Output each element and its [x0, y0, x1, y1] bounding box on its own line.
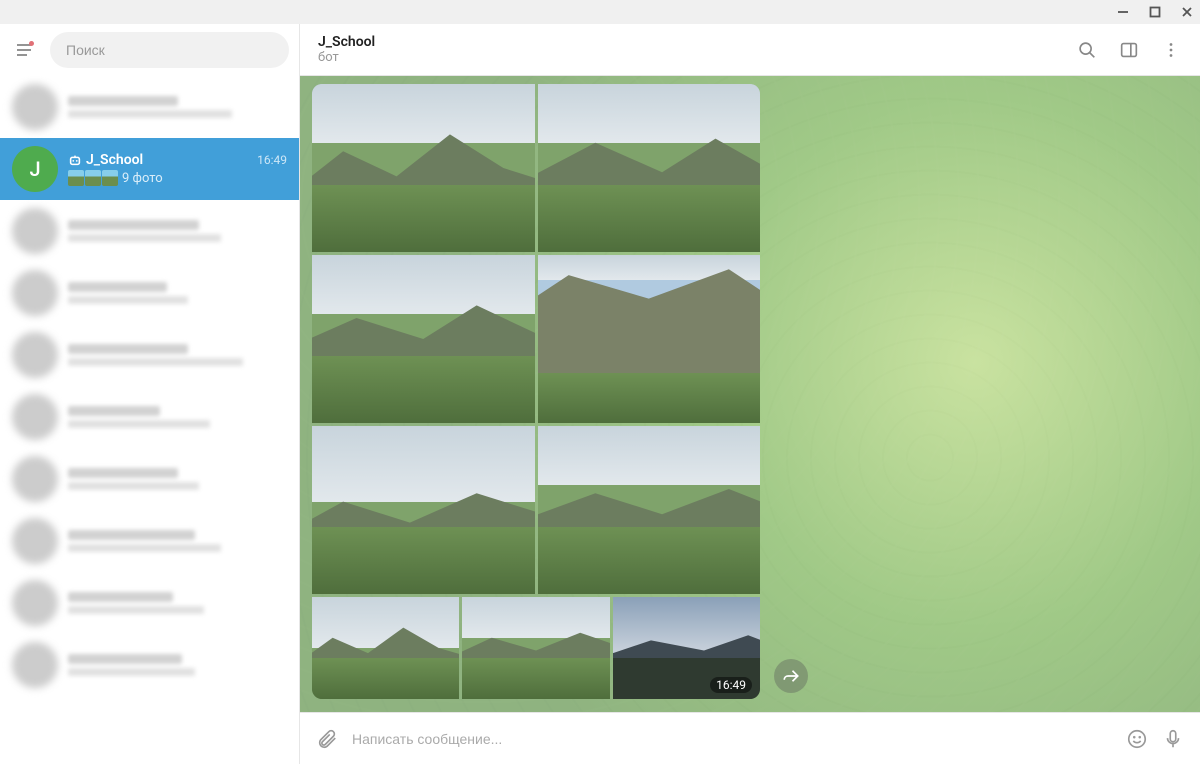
album-photo[interactable]: 16:49 — [613, 597, 760, 699]
chat-header-title: J_School — [318, 34, 1076, 50]
photo-album-message: 16:49 — [312, 84, 760, 699]
bot-icon — [68, 153, 82, 167]
panel-icon — [1118, 39, 1140, 61]
messages-container: 16:49 — [300, 76, 1200, 707]
chat-preview-text: 9 фото — [122, 171, 163, 186]
chat-item[interactable] — [0, 262, 299, 324]
chat-avatar — [12, 456, 58, 502]
paperclip-icon — [316, 728, 338, 750]
chat-name: J_School — [68, 152, 143, 168]
sidepanel-button[interactable] — [1118, 39, 1140, 61]
chat-avatar — [12, 580, 58, 626]
chat-name-text: J_School — [86, 152, 143, 168]
chat-item[interactable] — [0, 510, 299, 572]
album-photo[interactable] — [312, 255, 535, 423]
chat-item[interactable] — [0, 634, 299, 696]
forward-button[interactable] — [774, 659, 808, 693]
album-photo[interactable] — [462, 597, 609, 699]
chat-header-subtitle: бот — [318, 50, 1076, 65]
album-photo[interactable] — [312, 84, 535, 252]
chat-preview: 9 фото — [68, 170, 287, 186]
album-photo[interactable] — [312, 597, 459, 699]
chat-avatar — [12, 518, 58, 564]
chat-avatar: J — [12, 146, 58, 192]
microphone-icon — [1162, 728, 1184, 750]
message-composer — [300, 712, 1200, 764]
attach-button[interactable] — [316, 728, 338, 750]
menu-button[interactable] — [10, 36, 38, 64]
chat-avatar — [12, 84, 58, 130]
chat-item[interactable] — [0, 386, 299, 448]
more-vertical-icon — [1160, 39, 1182, 61]
chat-avatar — [12, 394, 58, 440]
chat-panel: J_School бот — [300, 24, 1200, 764]
voice-button[interactable] — [1162, 728, 1184, 750]
window-maximize-button[interactable] — [1148, 5, 1162, 19]
chat-avatar — [12, 270, 58, 316]
chat-header: J_School бот — [300, 24, 1200, 76]
album-photo[interactable] — [538, 84, 761, 252]
emoji-button[interactable] — [1126, 728, 1148, 750]
chat-item[interactable] — [0, 324, 299, 386]
chat-list[interactable]: J J_School 16:49 9 фото — [0, 76, 299, 764]
forward-icon — [782, 667, 800, 685]
window-close-button[interactable] — [1180, 5, 1194, 19]
chat-item-active[interactable]: J J_School 16:49 9 фото — [0, 138, 299, 200]
chat-item[interactable] — [0, 448, 299, 510]
chat-avatar — [12, 332, 58, 378]
chat-item[interactable] — [0, 76, 299, 138]
chat-body[interactable]: 16:49 — [300, 76, 1200, 712]
chat-avatar — [12, 642, 58, 688]
window-titlebar — [0, 0, 1200, 24]
window-minimize-button[interactable] — [1116, 5, 1130, 19]
message-input[interactable] — [352, 731, 1112, 747]
sidebar: J J_School 16:49 9 фото — [0, 24, 300, 764]
chat-item[interactable] — [0, 572, 299, 634]
more-menu-button[interactable] — [1160, 39, 1182, 61]
search-in-chat-button[interactable] — [1076, 39, 1098, 61]
chat-item[interactable] — [0, 200, 299, 262]
search-icon — [1076, 39, 1098, 61]
album-photo[interactable] — [538, 255, 761, 423]
chat-header-info[interactable]: J_School бот — [318, 34, 1076, 65]
search-input[interactable] — [66, 42, 273, 58]
chat-time: 16:49 — [257, 153, 287, 167]
chat-avatar — [12, 208, 58, 254]
sidebar-header — [0, 24, 299, 76]
search-container[interactable] — [50, 32, 289, 68]
message-timestamp: 16:49 — [710, 677, 752, 693]
preview-thumbnails — [68, 170, 118, 186]
album-photo[interactable] — [538, 426, 761, 594]
smile-icon — [1126, 728, 1148, 750]
album-photo[interactable] — [312, 426, 535, 594]
